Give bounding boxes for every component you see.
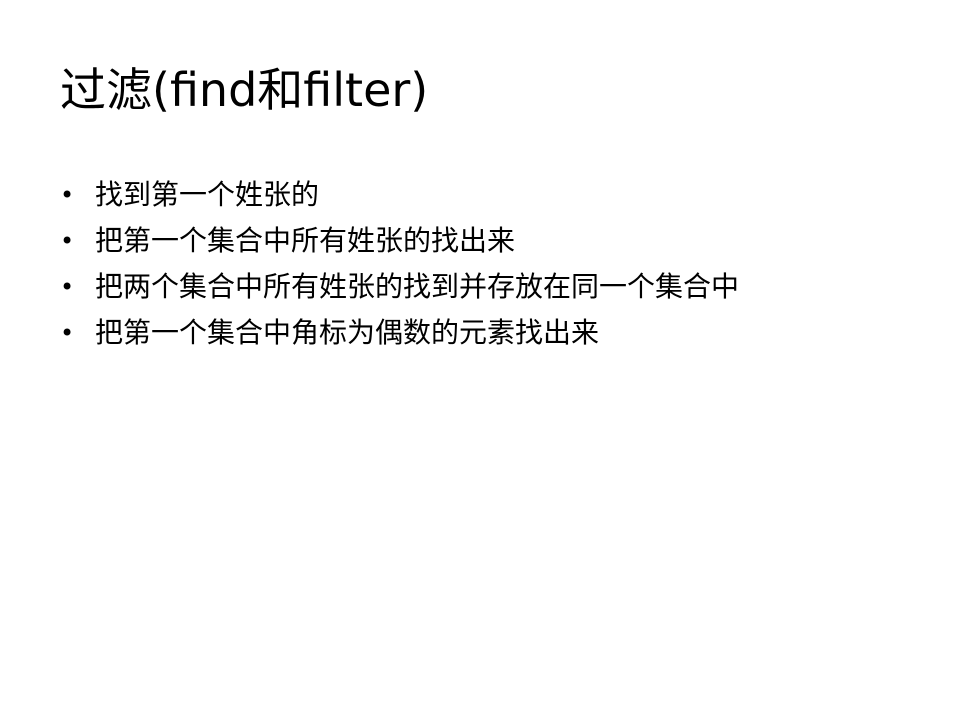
bullet-text: 把两个集合中所有姓张的找到并存放在同一个集合中 bbox=[95, 270, 740, 303]
slide-title: 过滤(find和filter) bbox=[60, 63, 429, 117]
bullet-text: 把第一个集合中角标为偶数的元素找出来 bbox=[95, 316, 600, 349]
bullet-text: 把第一个集合中所有姓张的找出来 bbox=[95, 224, 516, 257]
bullet-dot-icon: • bbox=[60, 227, 75, 255]
bullet-dot-icon: • bbox=[60, 319, 75, 347]
bullet-dot-icon: • bbox=[60, 273, 75, 301]
bullet-text: 找到第一个姓张的 bbox=[95, 178, 320, 211]
slide: 过滤(find和filter) • 找到第一个姓张的 • 把第一个集合中所有姓张… bbox=[0, 0, 960, 720]
bullet-dot-icon: • bbox=[60, 181, 75, 209]
